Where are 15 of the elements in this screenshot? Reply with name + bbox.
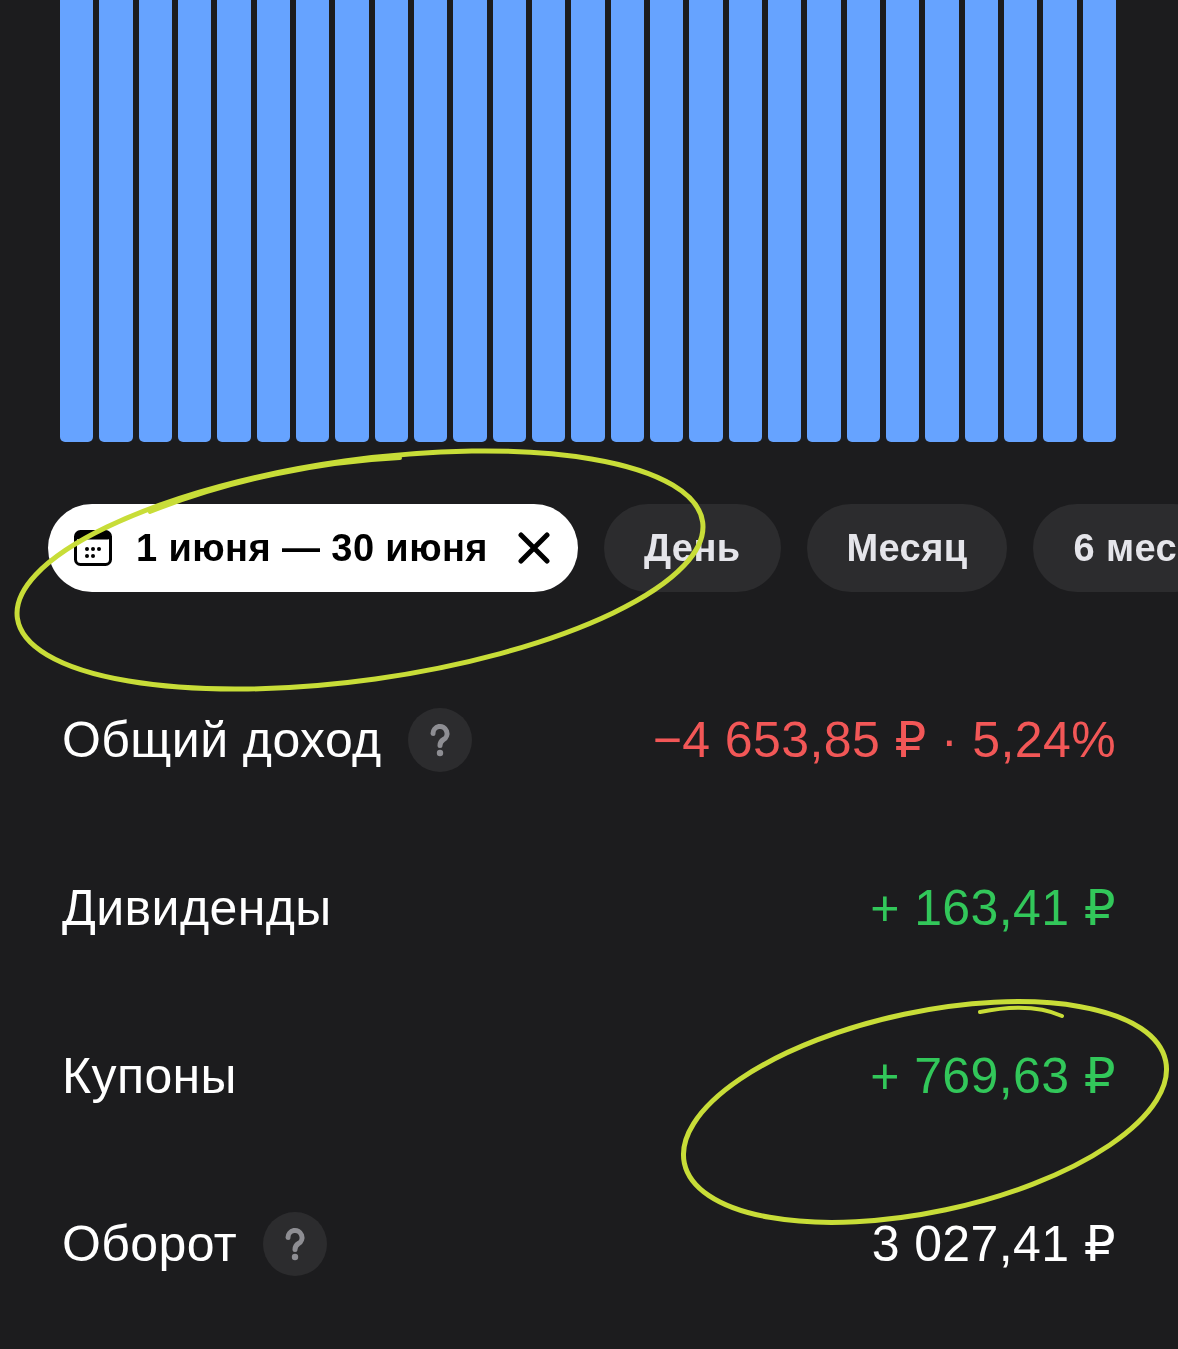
period-chip[interactable]: 6 мес	[1033, 504, 1178, 592]
row-value: + 163,41 ₽	[870, 879, 1116, 937]
row-value: + 769,63 ₽	[870, 1047, 1116, 1105]
calendar-icon	[74, 530, 112, 566]
row-label: Общий доход	[62, 711, 382, 769]
help-icon[interactable]	[263, 1212, 328, 1276]
date-range-chip[interactable]: 1 июня — 30 июня	[48, 504, 578, 592]
row-label: Дивиденды	[62, 879, 332, 937]
row-value: 3 027,41 ₽	[871, 1215, 1116, 1273]
help-icon[interactable]	[407, 708, 472, 772]
period-chip[interactable]: Месяц	[806, 504, 1008, 592]
row-value: −4 653,85 ₽ · 5,24%	[652, 711, 1116, 769]
row-label: Оборот	[62, 1215, 238, 1273]
row-label: Купоны	[62, 1047, 237, 1105]
close-icon[interactable]	[517, 532, 550, 564]
